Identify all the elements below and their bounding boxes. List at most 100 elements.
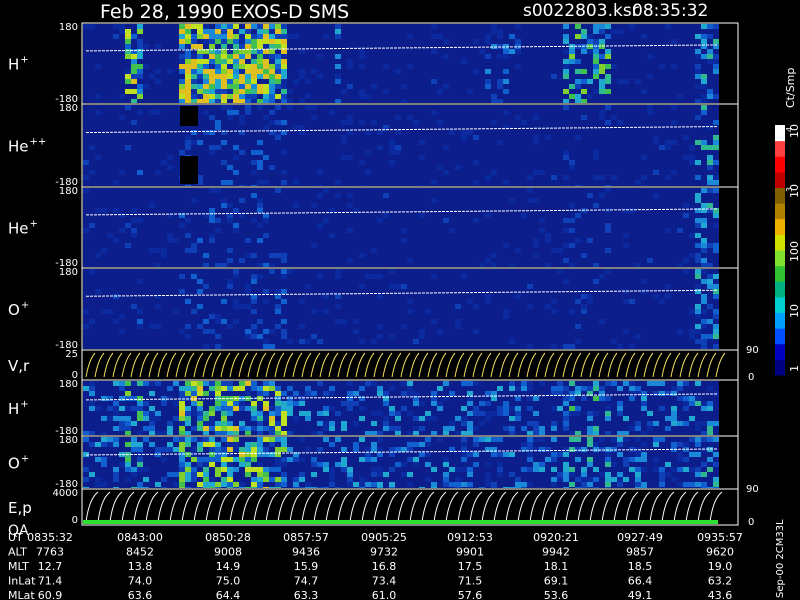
spectrum-cell <box>209 145 215 150</box>
spectrum-cell <box>617 411 623 416</box>
spectrum-cell <box>239 34 245 39</box>
spectrum-cell <box>509 452 515 457</box>
spectrum-cell <box>245 391 251 396</box>
spectrum-cell <box>197 24 203 29</box>
spectrum-cell <box>503 180 509 185</box>
spectrum-cell <box>611 339 617 344</box>
spectrum-cell <box>203 437 209 442</box>
spectrum-cell <box>569 228 575 233</box>
spectrum-cell <box>401 228 407 233</box>
spectrum-cell <box>653 391 659 396</box>
spectrum-cell <box>533 447 539 452</box>
spectrum-cell <box>263 89 269 94</box>
footer-value: 18.5 <box>628 560 653 573</box>
spectrum-cell <box>185 69 191 74</box>
spectrum-cell <box>359 406 365 411</box>
spectrum-cell <box>143 467 149 472</box>
spectrum-cell <box>659 467 665 472</box>
spectrum-cell <box>701 401 707 406</box>
colorbar-segment <box>775 250 785 267</box>
spectrum-cell <box>701 406 707 411</box>
spectrum-cell <box>119 416 125 421</box>
spectrum-cell <box>473 442 479 447</box>
spectrum-cell <box>467 487 473 488</box>
spectrum-cell <box>317 193 323 198</box>
spectrum-cell <box>191 457 197 462</box>
spectrum-cell <box>629 391 635 396</box>
spectrum-cell <box>443 477 449 482</box>
spectrum-cell <box>281 54 287 59</box>
spectrum-cell <box>161 248 167 253</box>
spectrum-cell <box>701 105 707 110</box>
spectrum-cell <box>155 324 161 329</box>
spectrum-cell <box>233 34 239 39</box>
spectrum-cell <box>323 391 329 396</box>
spectrum-cell <box>221 462 227 467</box>
spectrum-cell <box>137 462 143 467</box>
spectrum-cell <box>707 279 713 284</box>
spectrum-cell <box>677 421 683 426</box>
spectrum-cell <box>281 24 287 29</box>
spectrum-cell <box>227 59 233 64</box>
spectrum-cell <box>275 437 281 442</box>
spectrum-cell <box>239 401 245 406</box>
spectrum-cell <box>245 44 251 49</box>
spectrum-cell <box>563 416 569 421</box>
spectrum-cell <box>311 334 317 339</box>
spectrum-cell <box>509 381 515 386</box>
spectrum-cell <box>215 457 221 462</box>
spectrum-cell <box>203 472 209 477</box>
spectrum-cell <box>251 24 257 29</box>
spectrum-cell <box>119 29 125 34</box>
spectrum-cell <box>503 314 509 319</box>
spectrum-cell <box>713 64 719 69</box>
spectrum-cell <box>689 145 695 150</box>
spectrum-cell <box>155 110 161 115</box>
spectrum-cell <box>467 401 473 406</box>
spectrum-cell <box>167 238 173 243</box>
spectrum-cell <box>455 467 461 472</box>
spectrum-cell <box>359 89 365 94</box>
spectrum-cell <box>359 457 365 462</box>
spectrum-cell <box>455 304 461 309</box>
panel-vr: V,r250900 <box>8 345 759 383</box>
spectrum-cell <box>287 457 293 462</box>
spectrum-cell <box>125 74 131 79</box>
spectrum-cell <box>227 69 233 74</box>
spectrum-cell <box>563 49 569 54</box>
spectrum-cell <box>485 299 491 304</box>
spectrum-cell <box>287 89 293 94</box>
spectrum-cell <box>587 487 593 488</box>
spectrum-cell <box>341 457 347 462</box>
spectrum-cell <box>131 79 137 84</box>
spectrum-cell <box>251 299 257 304</box>
axis-tick-label: 180 <box>59 103 78 114</box>
spectrum-cell <box>287 401 293 406</box>
spectrum-cell <box>695 437 701 442</box>
spectrum-cell <box>197 391 203 396</box>
spectrum-cell <box>299 477 305 482</box>
spectrum-cell <box>125 381 131 386</box>
footer-row-mlt: MLT 12.7 13.8 14.9 15.9 16.8 17.5 18.1 18.5 19.0 <box>8 560 732 573</box>
spectrum-cell <box>167 233 173 238</box>
spectrum-cell <box>713 175 719 180</box>
spectrum-cell <box>713 329 719 334</box>
spectrum-cell <box>593 24 599 29</box>
spectrum-cell <box>287 431 293 435</box>
spectrum-cell <box>695 34 701 39</box>
spectrum-cell <box>605 248 611 253</box>
spectrum-cell <box>203 59 209 64</box>
spectrum-cell <box>149 248 155 253</box>
spectrum-cell <box>605 64 611 69</box>
spectrum-cell <box>713 135 719 140</box>
spectrum-cell <box>557 452 563 457</box>
spectrum-cell <box>95 208 101 213</box>
spectrum-cell <box>317 431 323 435</box>
spectrum-cell <box>689 155 695 160</box>
spectrum-cell <box>539 437 545 442</box>
spectrum-cell <box>275 253 281 258</box>
footer-value: 66.4 <box>628 575 653 588</box>
spectrum-cell <box>107 442 113 447</box>
spectrum-cell <box>581 79 587 84</box>
footer-value: 0935:57 <box>697 531 743 544</box>
